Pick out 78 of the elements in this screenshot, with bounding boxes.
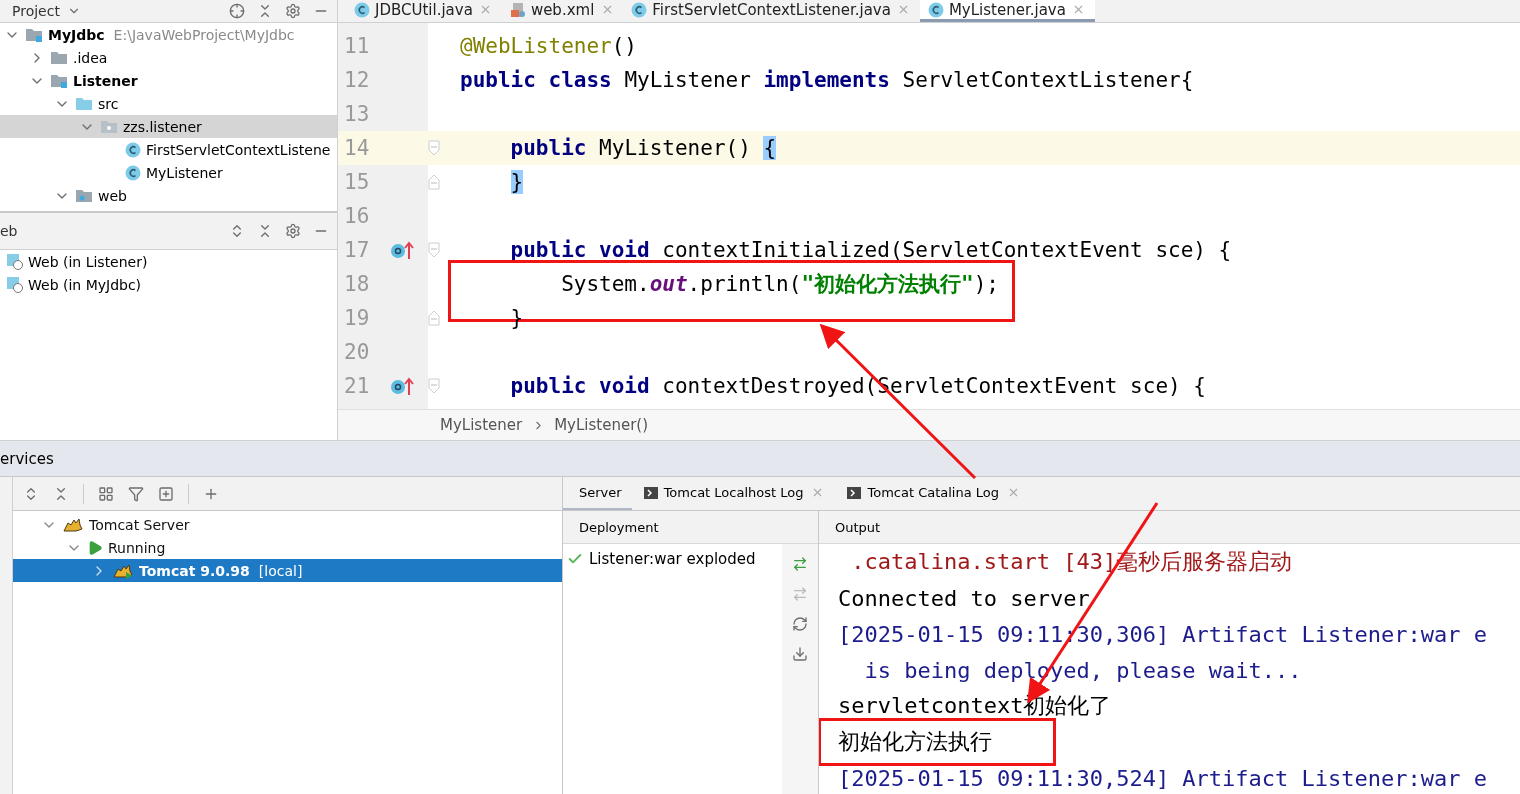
- web-facet-item[interactable]: Web (in MyJdbc): [0, 273, 337, 296]
- editor-tab[interactable]: JDBCUtil.java: [346, 0, 502, 22]
- folder-icon: [75, 188, 93, 203]
- console-line: 初始化方法执行: [838, 728, 992, 756]
- code-line: public MyListener() {: [509, 136, 777, 160]
- line-number: 21: [343, 374, 371, 398]
- console-line: Connected to server: [838, 584, 1090, 613]
- xml-file-icon: [509, 1, 526, 18]
- folder-icon: [50, 50, 68, 65]
- service-tab[interactable]: Tomcat Localhost Log: [631, 477, 836, 510]
- line-number: 14: [343, 136, 371, 160]
- breadcrumb[interactable]: MyListener(): [554, 416, 649, 434]
- panel-title[interactable]: Project: [12, 3, 60, 19]
- column-header: Deployment: [563, 511, 818, 544]
- line-number: 15: [343, 170, 371, 194]
- line-number: 12: [343, 68, 371, 92]
- deploy-icon[interactable]: [792, 556, 808, 572]
- line-number: 13: [343, 102, 371, 126]
- column-header: Output: [819, 511, 1520, 544]
- play-icon: [87, 539, 103, 556]
- host-label: [local]: [258, 562, 303, 579]
- folder-icon: [100, 119, 118, 134]
- crosshair-icon[interactable]: [229, 3, 245, 19]
- tree-item[interactable]: Tomcat 9.0.98 [local]: [13, 559, 562, 582]
- implements-icon[interactable]: [390, 376, 416, 396]
- web-module-icon: [6, 276, 23, 293]
- folder-icon: [75, 96, 93, 111]
- panel-title: ervices: [0, 449, 54, 468]
- line-number: 11: [343, 34, 371, 58]
- console-icon: [643, 486, 658, 499]
- tree-item[interactable]: web: [0, 184, 337, 207]
- editor-tab[interactable]: web.xml: [501, 0, 624, 22]
- tree-item[interactable]: .idea: [0, 46, 337, 69]
- project-path: E:\JavaWebProject\MyJdbc: [113, 26, 295, 43]
- tree-item[interactable]: Tomcat Server: [13, 513, 562, 536]
- class-icon: [354, 1, 370, 18]
- class-icon: [125, 164, 141, 181]
- tree-item[interactable]: FirstServletContextListene: [0, 138, 337, 161]
- line-number: 16: [343, 204, 371, 228]
- line-number: 20: [343, 340, 371, 364]
- settings-icon[interactable]: [285, 223, 301, 239]
- breadcrumb[interactable]: MyListener: [440, 416, 523, 434]
- tree-item[interactable]: Running: [13, 536, 562, 559]
- line-number: 19: [343, 306, 371, 330]
- code-line: System.out.println("初始化方法执行");: [560, 271, 999, 298]
- deployment-item[interactable]: Listener:war exploded: [563, 550, 782, 568]
- panel-title: eb: [0, 223, 18, 239]
- console-icon: [847, 486, 862, 499]
- editor-tab[interactable]: FirstServletContextListener.java: [623, 0, 920, 22]
- refresh-icon[interactable]: [792, 616, 808, 632]
- console-line: [2025-01-15 09:11:30,524] Artifact Listener:war e: [838, 764, 1487, 793]
- code-line: public class MyListener implements ServletContextListener{: [460, 68, 1194, 92]
- new-tab-icon[interactable]: [158, 485, 174, 502]
- class-icon: [125, 141, 141, 158]
- folder-icon: [25, 27, 43, 42]
- tree-item[interactable]: zzs.listener: [0, 115, 337, 138]
- line-number: 18: [343, 272, 371, 296]
- tree-item[interactable]: MyListener: [0, 161, 337, 184]
- web-facet-item[interactable]: Web (in Listener): [0, 250, 337, 273]
- group-icon[interactable]: [98, 485, 114, 502]
- cat-icon: [112, 562, 134, 579]
- tree-item[interactable]: MyJdbc E:\JavaWebProject\MyJdbc: [0, 23, 337, 46]
- code-line: public void contextInitialized(ServletContextEvent sce) {: [509, 238, 1232, 262]
- download-icon[interactable]: [792, 646, 808, 662]
- line-number: 17: [343, 238, 371, 262]
- class-icon: [631, 1, 648, 18]
- tree-item[interactable]: Listener: [0, 69, 337, 92]
- cat-icon: [62, 516, 84, 533]
- class-icon: [927, 1, 944, 18]
- web-module-icon: [6, 253, 23, 270]
- service-tab[interactable]: Tomcat Catalina Log: [835, 477, 1032, 510]
- folder-icon: [50, 73, 68, 88]
- filter-icon[interactable]: [128, 485, 144, 502]
- tree-item[interactable]: src: [0, 92, 337, 115]
- settings-icon[interactable]: [285, 3, 301, 19]
- implements-icon[interactable]: [390, 240, 416, 260]
- editor-tab[interactable]: MyListener.java: [919, 0, 1095, 22]
- code-line: @WebListener(): [460, 34, 637, 58]
